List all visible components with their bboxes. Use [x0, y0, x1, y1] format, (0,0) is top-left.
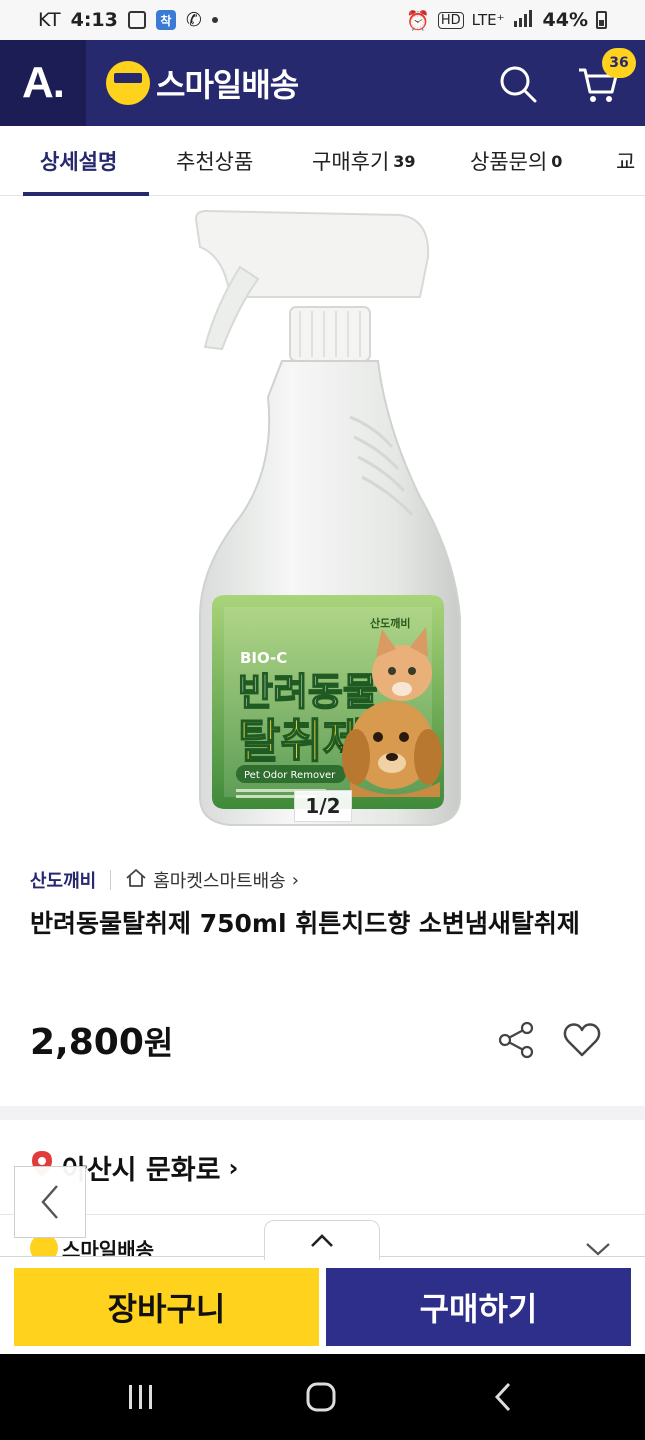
product-image-gallery[interactable]: BIO-C 반려동물 탈취제 Pet Odor Remover 750ml 산도…: [0, 197, 645, 847]
tab-reviews[interactable]: 구매후기 39: [312, 126, 416, 195]
home-icon: [125, 868, 147, 893]
tab-exchange[interactable]: 교: [616, 126, 636, 195]
chevron-left-icon: [41, 1185, 58, 1219]
smile-icon: [30, 1238, 58, 1258]
cart-count-badge: 36: [602, 48, 636, 78]
heart-icon[interactable]: [560, 1018, 604, 1062]
clock: 4:13: [70, 9, 118, 31]
qna-count: 0: [551, 151, 563, 171]
hd-icon: HD: [437, 11, 464, 29]
seller-name[interactable]: 산도깨비: [30, 867, 96, 893]
expand-options-handle[interactable]: [264, 1220, 380, 1260]
buy-now-button[interactable]: 구매하기: [326, 1268, 631, 1346]
system-navigation-bar: [0, 1354, 645, 1440]
smile-delivery-title: 스마일배송: [156, 66, 299, 104]
review-count: 39: [393, 151, 416, 171]
product-title: 반려동물탈취제 750ml 휘튼치드향 소변냄새탈취제: [30, 909, 580, 938]
auction-logo[interactable]: A.: [0, 40, 86, 126]
detail-tabs: 상세설명 추천상품 구매후기 39 상품문의 0 교: [0, 126, 645, 196]
tab-label: 교: [616, 150, 636, 174]
share-icon[interactable]: [494, 1018, 538, 1062]
back-button[interactable]: [14, 1166, 86, 1238]
alarm-icon: ⏰: [406, 9, 430, 32]
tab-label: 상세설명: [40, 150, 118, 174]
seller-divider: [110, 870, 112, 890]
signal-icon: [513, 9, 535, 32]
store-name: 홈마켓스마트배송: [153, 871, 286, 892]
battery-icon: [596, 11, 607, 29]
more-notifications-icon: [211, 17, 218, 23]
status-bar: KT 4:13 착 ✆ ⏰ HD LTE⁺ 44%: [0, 0, 645, 40]
network-indicator: LTE⁺: [471, 11, 505, 29]
tab-label: 상품문의: [470, 150, 548, 174]
active-tab-indicator: [23, 192, 149, 196]
battery-level: 44%: [542, 9, 588, 31]
label-subtitle: Pet Odor Remover: [244, 770, 336, 781]
app-notification-icon: 착: [155, 10, 176, 30]
price-currency: 원: [143, 1024, 174, 1062]
shipping-method[interactable]: 스마일배송: [30, 1238, 154, 1258]
chevron-right-icon: ›: [291, 869, 299, 891]
label-brand: BIO-C: [240, 649, 287, 667]
recent-apps-icon[interactable]: [118, 1374, 164, 1420]
divider: [0, 1214, 645, 1215]
label-maker: 산도깨비: [370, 616, 410, 630]
gallery-notification-icon: [127, 11, 146, 29]
smile-icon: [106, 61, 150, 105]
home-button-icon[interactable]: [298, 1374, 344, 1420]
tab-recommended[interactable]: 추천상품: [176, 126, 254, 195]
price-value: 2,800: [30, 1022, 144, 1063]
tab-qna[interactable]: 상품문의 0: [470, 126, 563, 195]
add-to-cart-button[interactable]: 장바구니: [14, 1268, 319, 1346]
spray-bottle-image: BIO-C 반려동물 탈취제 Pet Odor Remover 750ml 산도…: [194, 209, 461, 826]
store-link[interactable]: 홈마켓스마트배송 ›: [125, 867, 299, 893]
seller-row: 산도깨비 홈마켓스마트배송 ›: [30, 866, 299, 894]
smile-delivery-logo[interactable]: 스마일배송: [106, 60, 299, 106]
product-price: 2,800원: [30, 1018, 173, 1064]
tab-description[interactable]: 상세설명: [40, 126, 118, 195]
image-page-indicator: 1/2: [294, 790, 352, 822]
search-icon[interactable]: [496, 62, 540, 106]
shipping-label: 스마일배송: [62, 1238, 154, 1258]
carrier-label: KT: [38, 9, 61, 31]
label-title-line1: 반려동물: [238, 670, 378, 714]
call-icon: ✆: [185, 9, 202, 31]
back-nav-icon[interactable]: [480, 1374, 526, 1420]
chevron-right-icon: ›: [228, 1153, 239, 1182]
tab-label: 추천상품: [176, 150, 254, 174]
tab-label: 구매후기: [312, 150, 390, 174]
section-divider: [0, 1106, 645, 1120]
app-header: A. 스마일배송: [0, 40, 645, 126]
chevron-up-icon: [311, 1233, 333, 1247]
